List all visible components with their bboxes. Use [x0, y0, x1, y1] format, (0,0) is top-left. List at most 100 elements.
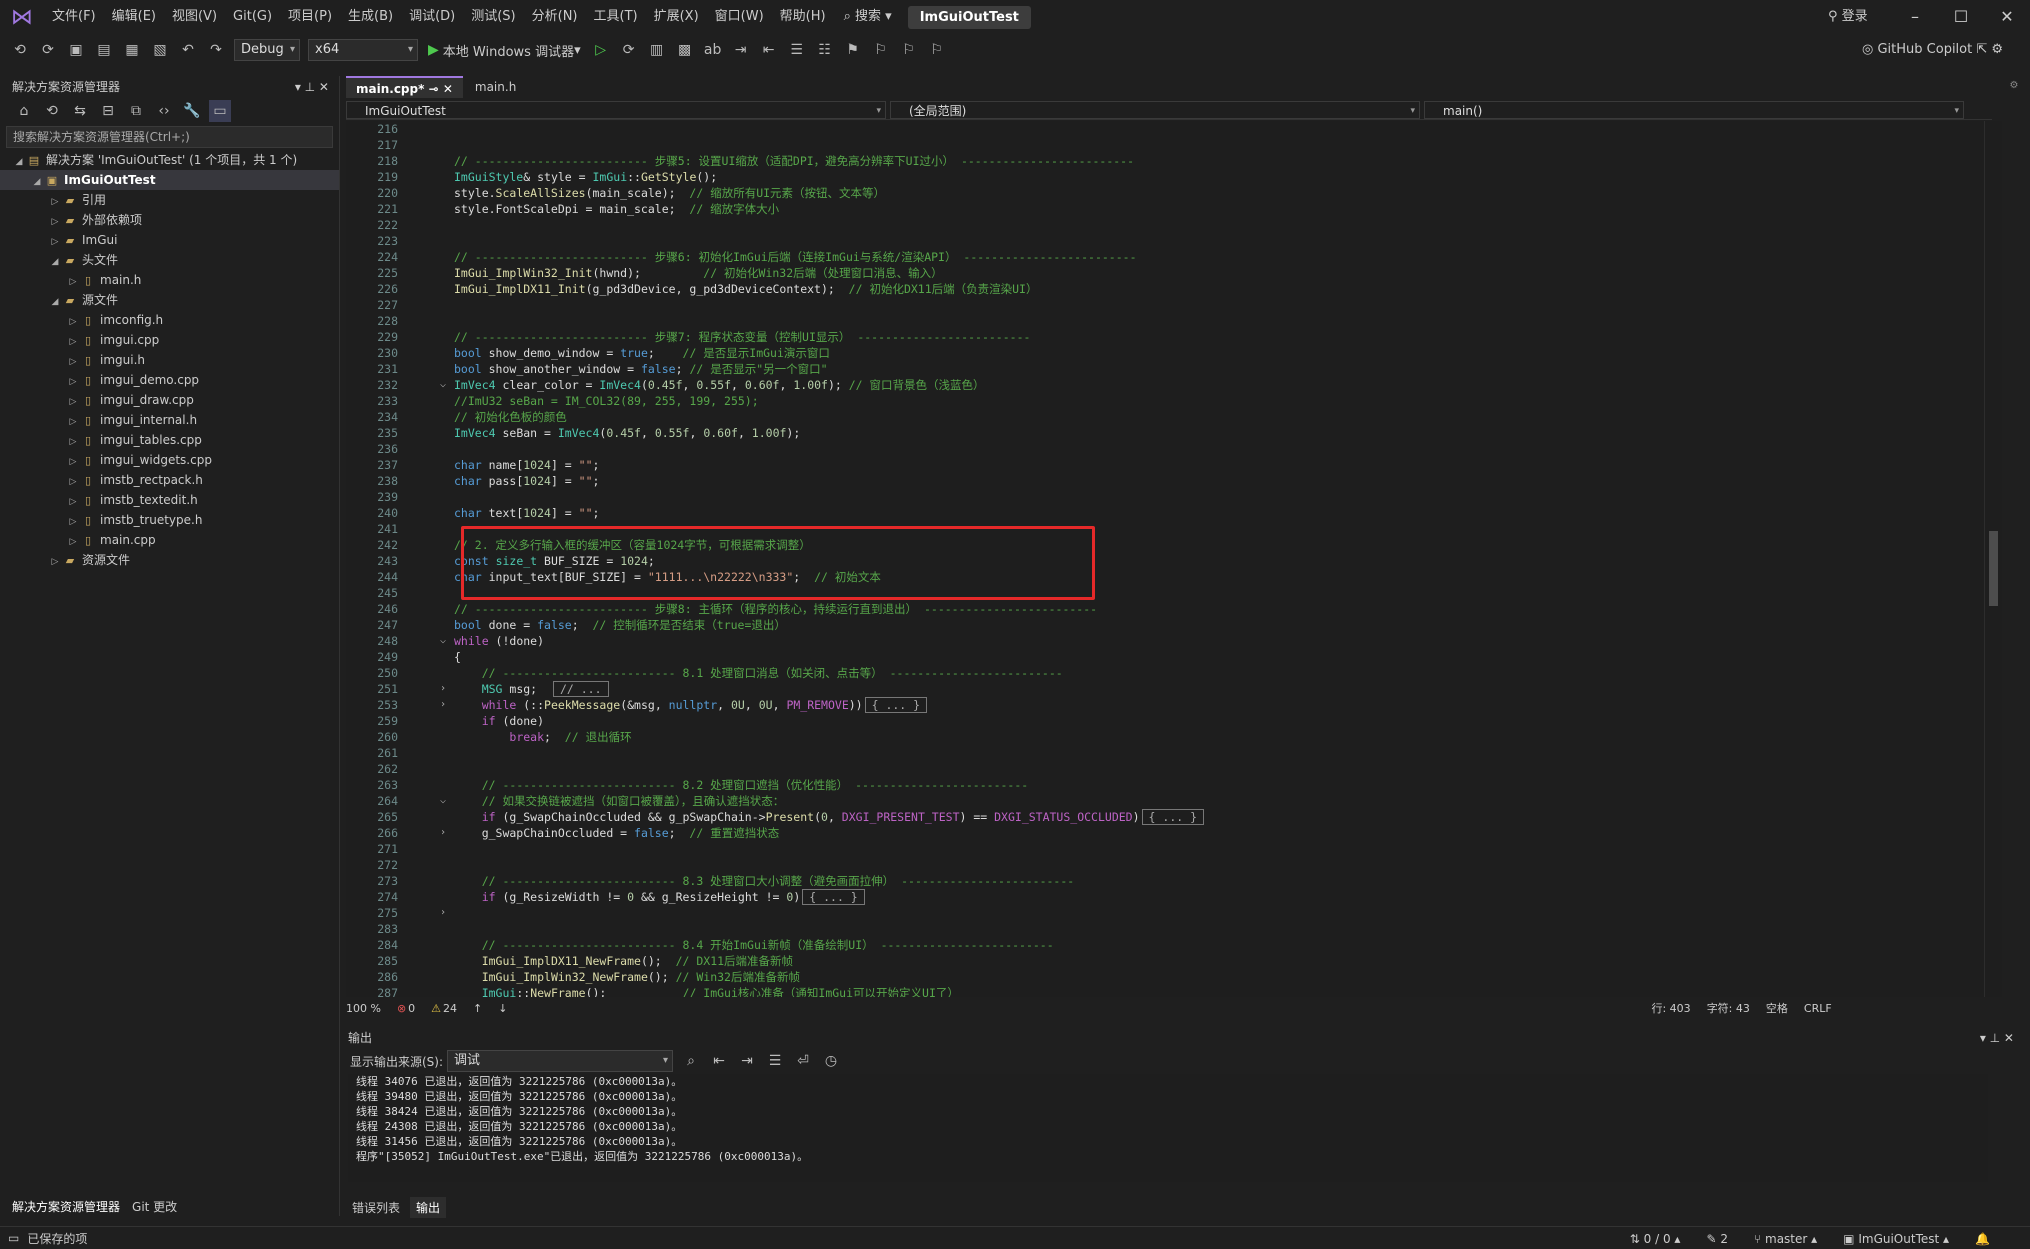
menu-item[interactable]: 生成(B): [340, 0, 401, 34]
menu-item[interactable]: 窗口(W): [707, 0, 772, 34]
fold-marker-icon[interactable]: [434, 761, 452, 777]
tree-item[interactable]: ▷ ▰ 资源文件: [0, 550, 339, 570]
tree-item[interactable]: ▷ ▯ imconfig.h: [0, 310, 339, 330]
line-ending[interactable]: CRLF: [1804, 1002, 1832, 1015]
expand-arrow-icon[interactable]: ◢: [48, 292, 62, 312]
expand-arrow-icon[interactable]: ◢: [12, 152, 26, 172]
file-lock-icon[interactable]: ▷: [66, 512, 80, 532]
file-lock-icon[interactable]: ▷: [66, 432, 80, 452]
expand-arrow-icon[interactable]: ▷: [48, 232, 62, 252]
hot-reload-icon[interactable]: ⟳: [618, 39, 640, 61]
fold-margin[interactable]: ⌵ ⌵ › › ⌵ › ›: [434, 121, 452, 997]
redo-icon[interactable]: ↷: [205, 39, 227, 61]
fold-marker-icon[interactable]: [434, 217, 452, 233]
fold-marker-icon[interactable]: ›: [434, 697, 452, 713]
run-without-debug-icon[interactable]: ▷: [590, 39, 612, 61]
fold-marker-icon[interactable]: [434, 425, 452, 441]
fold-marker-icon[interactable]: [434, 729, 452, 745]
fold-marker-icon[interactable]: [434, 857, 452, 873]
comment-icon[interactable]: ☰: [786, 39, 808, 61]
fold-marker-icon[interactable]: ⌵: [434, 793, 452, 809]
fold-marker-icon[interactable]: [434, 777, 452, 793]
repo-status[interactable]: ▣ ImGuiOutTest ▴: [1843, 1232, 1949, 1246]
solution-search-input[interactable]: 搜索解决方案资源管理器(Ctrl+;): [6, 126, 333, 148]
file-lock-icon[interactable]: ▷: [66, 372, 80, 392]
fold-marker-icon[interactable]: [434, 809, 452, 825]
fold-marker-icon[interactable]: [434, 265, 452, 281]
minimize-button[interactable]: –: [1892, 0, 1938, 34]
platform-select[interactable]: x64: [308, 39, 418, 61]
search-box[interactable]: ⌕ 搜索 ▾: [834, 0, 902, 34]
properties-icon[interactable]: 🔧: [181, 100, 203, 122]
fold-marker-icon[interactable]: [434, 441, 452, 457]
tree-item[interactable]: ◢ ▣ ImGuiOutTest: [0, 170, 339, 190]
menu-item[interactable]: 帮助(H): [772, 0, 834, 34]
fold-marker-icon[interactable]: ›: [434, 825, 452, 841]
error-count[interactable]: 0: [408, 1002, 415, 1015]
next-issue-icon[interactable]: ↓: [498, 1002, 507, 1015]
file-lock-icon[interactable]: ▷: [66, 332, 80, 352]
fold-marker-icon[interactable]: [434, 649, 452, 665]
next-message-icon[interactable]: ⇥: [736, 1050, 758, 1072]
cursor-line[interactable]: 行: 403: [1651, 1000, 1690, 1016]
menu-item[interactable]: 调试(D): [401, 0, 463, 34]
fold-marker-icon[interactable]: [434, 249, 452, 265]
show-all-icon[interactable]: ⧉: [125, 100, 147, 122]
zoom-level[interactable]: 100 %: [346, 1002, 381, 1015]
pin-icon[interactable]: ⊸: [429, 82, 439, 96]
expand-arrow-icon[interactable]: ▷: [48, 192, 62, 212]
pending-edits-status[interactable]: ✎ 2: [1706, 1232, 1728, 1246]
output-text[interactable]: 线程 34076 已退出，返回值为 3221225786 (0xc000013a…: [348, 1074, 1988, 1182]
solution-home-icon[interactable]: ⌂: [13, 100, 35, 122]
expand-arrow-icon[interactable]: ▷: [48, 212, 62, 232]
tree-item[interactable]: ▷ ▯ imstb_truetype.h: [0, 510, 339, 530]
layout-icon[interactable]: ▩: [674, 39, 696, 61]
fold-marker-icon[interactable]: [434, 569, 452, 585]
file-lock-icon[interactable]: ▷: [66, 472, 80, 492]
fold-marker-icon[interactable]: ›: [434, 905, 452, 921]
fold-marker-icon[interactable]: [434, 393, 452, 409]
file-lock-icon[interactable]: ▷: [66, 352, 80, 372]
expand-arrow-icon[interactable]: ◢: [48, 252, 62, 272]
forward-icon[interactable]: ⟳: [37, 39, 59, 61]
word-wrap-icon[interactable]: ⏎: [792, 1050, 814, 1072]
fold-marker-icon[interactable]: [434, 553, 452, 569]
fold-marker-icon[interactable]: [434, 745, 452, 761]
next-bookmark-icon[interactable]: ⚐: [898, 39, 920, 61]
fold-marker-icon[interactable]: [434, 521, 452, 537]
file-lock-icon[interactable]: ▷: [66, 312, 80, 332]
solution-sync-icon[interactable]: ⟲: [41, 100, 63, 122]
fold-marker-icon[interactable]: [434, 601, 452, 617]
back-icon[interactable]: ⟲: [9, 39, 31, 61]
fold-marker-icon[interactable]: [434, 297, 452, 313]
tab-error-list[interactable]: 错误列表: [346, 1197, 406, 1218]
fold-marker-icon[interactable]: [434, 537, 452, 553]
fold-marker-icon[interactable]: [434, 985, 452, 997]
output-panel-controls[interactable]: ▾ ⊥ ✕: [1980, 1028, 2014, 1048]
run-debugger-button[interactable]: ▶ 本地 Windows 调试器 ▾: [428, 41, 581, 60]
fold-marker-icon[interactable]: [434, 329, 452, 345]
timestamp-icon[interactable]: ◷: [820, 1050, 842, 1072]
uncomment-icon[interactable]: ☷: [814, 39, 836, 61]
code-view-icon[interactable]: ‹›: [153, 100, 175, 122]
fold-marker-icon[interactable]: ›: [434, 681, 452, 697]
fold-marker-icon[interactable]: [434, 473, 452, 489]
tree-item[interactable]: ▷ ▯ imgui.cpp: [0, 330, 339, 350]
fold-marker-icon[interactable]: [434, 201, 452, 217]
tree-item[interactable]: ▷ ▯ imgui_internal.h: [0, 410, 339, 430]
fold-marker-icon[interactable]: [434, 137, 452, 153]
tree-item[interactable]: ▷ ▯ imgui_draw.cpp: [0, 390, 339, 410]
project-nav-select[interactable]: ImGuiOutTest: [346, 100, 886, 120]
fold-marker-icon[interactable]: [434, 505, 452, 521]
browse-icon[interactable]: ▥: [646, 39, 668, 61]
menu-item[interactable]: 扩展(X): [646, 0, 707, 34]
clear-all-icon[interactable]: ☰: [764, 1050, 786, 1072]
tree-item[interactable]: ▷ ▰ 外部依赖项: [0, 210, 339, 230]
solution-switch-icon[interactable]: ⇆: [69, 100, 91, 122]
preview-icon[interactable]: ▭: [209, 100, 231, 122]
tab-main-cpp[interactable]: main.cpp* ⊸ ✕: [346, 76, 463, 98]
branch-status[interactable]: ⑂ master ▴: [1754, 1232, 1817, 1246]
member-nav-select[interactable]: main(): [1424, 100, 1964, 120]
fold-marker-icon[interactable]: [434, 585, 452, 601]
visual-studio-logo-icon[interactable]: ⋈: [0, 0, 44, 34]
